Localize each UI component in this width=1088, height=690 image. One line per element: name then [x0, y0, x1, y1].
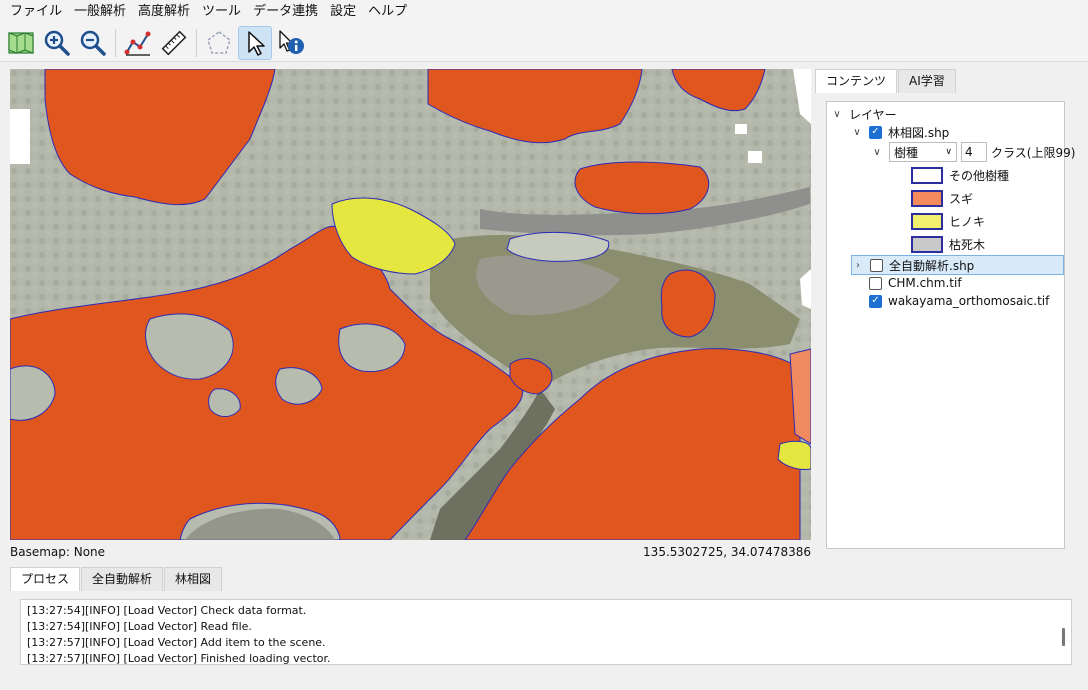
- legend-item[interactable]: ヒノキ: [911, 211, 985, 231]
- legend-label: スギ: [949, 191, 974, 206]
- legend-item[interactable]: その他樹種: [911, 165, 1009, 185]
- map-layers-icon: [8, 31, 34, 54]
- layer-item-rinsouzu[interactable]: ∨ ✓ 林相図.shp: [851, 122, 949, 142]
- menu-bar: ファイル 一般解析 高度解析 ツール データ連携 設定 ヘルプ: [0, 0, 1088, 24]
- legend-label: 枯死木: [949, 237, 986, 252]
- layer-visibility-checkbox[interactable]: ✓: [869, 125, 882, 139]
- menu-general-analysis[interactable]: 一般解析: [68, 0, 132, 24]
- chevron-down-icon[interactable]: ∨: [871, 147, 883, 158]
- map-canvas[interactable]: [10, 69, 811, 540]
- layer-visibility-checkbox[interactable]: [870, 258, 883, 272]
- legend-label: その他樹種: [949, 168, 1010, 183]
- field-select-value: 樹種: [894, 145, 919, 160]
- zoom-out-button[interactable]: [76, 26, 110, 60]
- identify-info-icon: [279, 29, 304, 54]
- layer-visibility-checkbox[interactable]: [869, 276, 882, 290]
- tab-contents[interactable]: コンテンツ: [815, 69, 898, 93]
- measure-area-icon: [124, 31, 151, 56]
- menu-settings[interactable]: 設定: [324, 0, 362, 24]
- field-select[interactable]: 樹種 ∨: [889, 142, 957, 162]
- layer-name: 全自動解析.shp: [889, 258, 975, 273]
- legend-item[interactable]: 枯死木: [911, 234, 985, 254]
- menu-file[interactable]: ファイル: [4, 0, 68, 24]
- legend-swatch[interactable]: [911, 189, 943, 207]
- legend-swatch[interactable]: [911, 212, 943, 230]
- toolbar-separator: [196, 28, 197, 57]
- select-pointer-button[interactable]: [238, 25, 272, 60]
- sugi-region: [574, 161, 710, 215]
- class-count-input[interactable]: 4: [961, 142, 987, 162]
- right-panel-tabs: コンテンツ AI学習: [815, 69, 1088, 93]
- legend-swatch[interactable]: [911, 235, 943, 253]
- menu-tools[interactable]: ツール: [196, 0, 247, 24]
- identify-info-button[interactable]: [274, 26, 308, 60]
- basemap-label: Basemap: None: [10, 545, 106, 559]
- toolbar-separator: [115, 28, 116, 57]
- orthomosaic-map: [10, 69, 811, 540]
- tree-root-label: レイヤー: [849, 107, 897, 122]
- select-pointer-icon: [248, 30, 265, 56]
- legend-item[interactable]: スギ: [911, 188, 973, 208]
- zoom-out-icon: [80, 30, 106, 56]
- process-log[interactable]: [13:27:54][INFO] [Load Vector] Check dat…: [20, 599, 1072, 665]
- legend-swatch[interactable]: [911, 166, 943, 184]
- log-scrollbar[interactable]: [1062, 628, 1065, 646]
- tab-auto-analysis[interactable]: 全自動解析: [81, 567, 164, 591]
- polygon-draw-button[interactable]: [202, 26, 236, 60]
- tree-root[interactable]: ∨ レイヤー: [831, 104, 897, 124]
- tab-forest-map[interactable]: 林相図: [164, 567, 223, 591]
- chevron-down-icon[interactable]: ∨: [831, 109, 843, 120]
- measure-area-button[interactable]: [121, 26, 155, 60]
- coordinate-readout: 135.5302725, 34.07478386: [643, 545, 811, 559]
- class-limit-label: クラス(上限99): [991, 145, 1076, 160]
- log-line: [13:27:54][INFO] [Load Vector] Read file…: [27, 620, 252, 633]
- legend-label: ヒノキ: [949, 214, 986, 229]
- ruler-icon: [161, 30, 187, 55]
- layer-name: 林相図.shp: [888, 125, 950, 140]
- log-line: [13:27:57][INFO] [Load Vector] Finished …: [27, 652, 331, 665]
- layer-tree: ∨ レイヤー ∨ ✓ 林相図.shp ∨ 樹種 ∨ 4 クラス(上限99) その…: [826, 101, 1075, 549]
- menu-help[interactable]: ヘルプ: [362, 0, 413, 24]
- chevron-down-icon: ∨: [945, 147, 952, 157]
- map-status-bar: Basemap: None 135.5302725, 34.07478386: [10, 545, 811, 563]
- tab-ai-learning[interactable]: AI学習: [898, 69, 956, 93]
- log-line: [13:27:54][INFO] [Load Vector] Check dat…: [27, 604, 307, 617]
- toolbar: [0, 24, 1088, 62]
- layer-name: CHM.chm.tif: [888, 276, 962, 290]
- map-layers-button[interactable]: [4, 26, 38, 60]
- menu-data-link[interactable]: データ連携: [247, 0, 324, 24]
- zoom-in-icon: [44, 30, 70, 56]
- classification-row: ∨ 樹種 ∨ 4 クラス(上限99): [871, 142, 1075, 162]
- menu-advanced-analysis[interactable]: 高度解析: [132, 0, 196, 24]
- ruler-button[interactable]: [157, 26, 191, 60]
- layer-item-orthomosaic[interactable]: ✓ wakayama_orthomosaic.tif: [869, 291, 1049, 311]
- right-panel: コンテンツ AI学習 ∨ レイヤー ∨ ✓ 林相図.shp ∨ 樹種 ∨ 4 ク…: [815, 69, 1088, 561]
- layer-name: wakayama_orthomosaic.tif: [888, 294, 1050, 308]
- zoom-in-button[interactable]: [40, 26, 74, 60]
- layer-item-chm[interactable]: CHM.chm.tif: [869, 273, 962, 293]
- layer-visibility-checkbox[interactable]: ✓: [869, 294, 882, 308]
- polygon-draw-icon: [207, 30, 231, 54]
- log-line: [13:27:57][INFO] [Load Vector] Add item …: [27, 636, 326, 649]
- chevron-right-icon[interactable]: ›: [852, 260, 864, 271]
- tab-process[interactable]: プロセス: [10, 567, 81, 591]
- bottom-panel: プロセス 全自動解析 林相図 [13:27:54][INFO] [Load Ve…: [10, 567, 1078, 677]
- chevron-down-icon[interactable]: ∨: [851, 127, 863, 138]
- layer-item-auto-analysis[interactable]: › 全自動解析.shp: [851, 255, 1064, 275]
- bottom-panel-tabs: プロセス 全自動解析 林相図: [10, 567, 1078, 591]
